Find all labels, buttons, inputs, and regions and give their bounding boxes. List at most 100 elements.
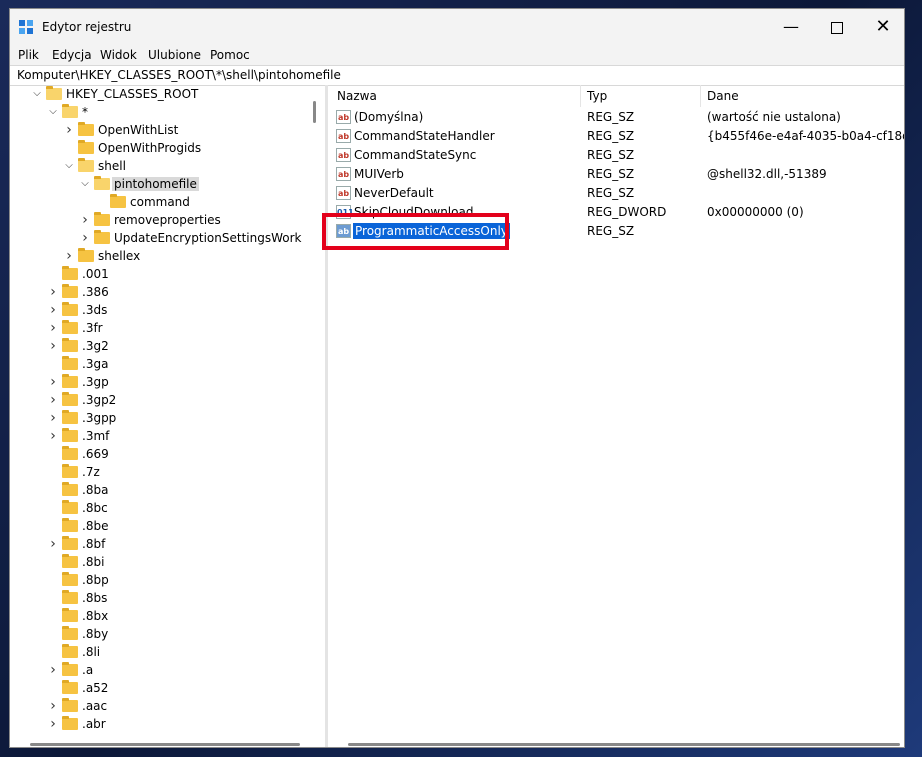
value-name: CommandStateHandler <box>354 129 495 143</box>
values-pane[interactable]: Nazwa Typ Dane ab (Domyślna) REG_SZ (wartoś… <box>331 85 904 735</box>
value-row[interactable]: ab CommandStateHandler REG_SZ {b455f46e-e4a… <box>331 127 904 146</box>
pane-splitter[interactable] <box>325 85 328 747</box>
tree-item[interactable]: .8bx <box>10 607 310 625</box>
tree-item[interactable]: .3ga <box>10 355 310 373</box>
tree-item[interactable]: › .8bf <box>10 535 310 553</box>
menu-plik[interactable]: Plik <box>18 48 39 62</box>
address-bar[interactable]: Komputer\HKEY_CLASSES_ROOT\*\shell\pinto… <box>10 65 904 86</box>
chevron-right-icon[interactable]: › <box>47 715 59 733</box>
folder-icon <box>62 518 78 532</box>
tree-horizontal-scrollbar[interactable] <box>30 743 300 746</box>
tree-item-label: .7z <box>82 465 100 479</box>
menu-widok[interactable]: Widok <box>100 48 137 62</box>
folder-icon <box>62 662 78 676</box>
tree-vertical-scrollbar[interactable] <box>313 101 316 123</box>
tree-item[interactable]: › .3ds <box>10 301 310 319</box>
tree-item[interactable]: .8be <box>10 517 310 535</box>
value-type: REG_SZ <box>587 224 635 238</box>
tree-item[interactable]: .8bp <box>10 571 310 589</box>
menu-pomoc[interactable]: Pomoc <box>210 48 250 62</box>
tree-item[interactable]: › .3gpp <box>10 409 310 427</box>
tree-item[interactable]: .669 <box>10 445 310 463</box>
tree-item[interactable]: › removeproperties <box>10 211 310 229</box>
tree-item-label: .3gp2 <box>82 393 117 407</box>
column-header-type[interactable]: Typ <box>581 85 701 107</box>
tree-item[interactable]: ⌵ HKEY_CLASSES_ROOT <box>10 85 310 103</box>
tree-item[interactable]: .a52 <box>10 679 310 697</box>
minimize-button[interactable]: — <box>768 9 814 45</box>
tree-item[interactable]: .001 <box>10 265 310 283</box>
chevron-right-icon[interactable]: › <box>47 697 59 715</box>
chevron-right-icon[interactable]: › <box>47 301 59 319</box>
folder-icon <box>62 500 78 514</box>
chevron-down-icon[interactable]: ⌵ <box>31 85 43 103</box>
close-button[interactable]: ✕ <box>860 9 904 45</box>
tree-item[interactable]: ⌵ * <box>10 103 310 121</box>
tree-item[interactable]: › .3g2 <box>10 337 310 355</box>
tree-item[interactable]: .7z <box>10 463 310 481</box>
chevron-right-icon[interactable]: › <box>47 337 59 355</box>
chevron-right-icon[interactable]: › <box>63 121 75 139</box>
close-icon: ✕ <box>875 16 891 37</box>
chevron-right-icon[interactable]: › <box>47 427 59 445</box>
tree-item[interactable]: › shellex <box>10 247 310 265</box>
title-bar[interactable]: Edytor rejestru — ✕ <box>10 9 904 45</box>
chevron-right-icon[interactable]: › <box>63 247 75 265</box>
chevron-right-icon[interactable]: › <box>47 319 59 337</box>
tree-item[interactable]: › .3mf <box>10 427 310 445</box>
tree-item[interactable]: OpenWithProgids <box>10 139 310 157</box>
address-path[interactable]: Komputer\HKEY_CLASSES_ROOT\*\shell\pinto… <box>17 68 341 82</box>
key-tree-pane[interactable]: ⌵ HKEY_CLASSES_ROOT ⌵ * › OpenWithList OpenWit… <box>10 85 321 735</box>
tree-item[interactable]: › .386 <box>10 283 310 301</box>
tree-item[interactable]: .8by <box>10 625 310 643</box>
value-row[interactable]: ab MUIVerb REG_SZ @shell32.dll,-51389 <box>331 165 904 184</box>
folder-icon <box>94 212 110 226</box>
folder-icon <box>62 590 78 604</box>
tree-item[interactable]: .8ba <box>10 481 310 499</box>
menu-ulubione[interactable]: Ulubione <box>148 48 201 62</box>
chevron-right-icon[interactable]: › <box>47 409 59 427</box>
tree-item[interactable]: .8li <box>10 643 310 661</box>
tree-item[interactable]: › .3fr <box>10 319 310 337</box>
chevron-right-icon[interactable]: › <box>47 373 59 391</box>
tree-item[interactable]: › .3gp <box>10 373 310 391</box>
tree-item[interactable]: command <box>10 193 310 211</box>
tree-item[interactable]: › .aac <box>10 697 310 715</box>
column-header-name[interactable]: Nazwa <box>331 85 581 107</box>
value-row[interactable]: ab NeverDefault REG_SZ <box>331 184 904 203</box>
chevron-right-icon[interactable]: › <box>79 211 91 229</box>
tree-item[interactable]: › .abr <box>10 715 310 733</box>
values-horizontal-scrollbar[interactable] <box>348 743 900 746</box>
tree-item[interactable]: ⌵ pintohomefile <box>10 175 310 193</box>
tree-item-label: pintohomefile <box>112 177 199 191</box>
column-header-data[interactable]: Dane <box>701 85 904 107</box>
chevron-down-icon[interactable]: ⌵ <box>79 175 91 193</box>
tree-item-label: .abr <box>82 717 106 731</box>
tree-item[interactable]: › UpdateEncryptionSettingsWork <box>10 229 310 247</box>
maximize-button[interactable] <box>814 9 860 45</box>
minimize-icon: — <box>783 17 799 36</box>
tree-item[interactable]: .8bc <box>10 499 310 517</box>
folder-icon <box>62 464 78 478</box>
tree-item[interactable]: › .a <box>10 661 310 679</box>
chevron-down-icon[interactable]: ⌵ <box>47 103 59 121</box>
tree-item[interactable]: .8bi <box>10 553 310 571</box>
chevron-right-icon[interactable]: › <box>47 661 59 679</box>
value-row[interactable]: ab (Domyślna) REG_SZ (wartość nie ustalona) <box>331 108 904 127</box>
chevron-right-icon[interactable]: › <box>79 229 91 247</box>
menu-edycja[interactable]: Edycja <box>52 48 92 62</box>
chevron-right-icon[interactable]: › <box>47 391 59 409</box>
folder-icon <box>62 428 78 442</box>
value-type: REG_DWORD <box>587 205 667 219</box>
tree-item[interactable]: › OpenWithList <box>10 121 310 139</box>
value-row[interactable]: ab CommandStateSync REG_SZ <box>331 146 904 165</box>
chevron-right-icon[interactable]: › <box>47 535 59 553</box>
tree-item[interactable]: ⌵ shell <box>10 157 310 175</box>
tree-item[interactable]: › .3gp2 <box>10 391 310 409</box>
chevron-down-icon[interactable]: ⌵ <box>63 157 75 175</box>
tree-item[interactable]: .8bs <box>10 589 310 607</box>
tree-item-label: OpenWithList <box>98 123 179 137</box>
folder-icon <box>62 374 78 388</box>
value-type: REG_SZ <box>587 129 635 143</box>
chevron-right-icon[interactable]: › <box>47 283 59 301</box>
